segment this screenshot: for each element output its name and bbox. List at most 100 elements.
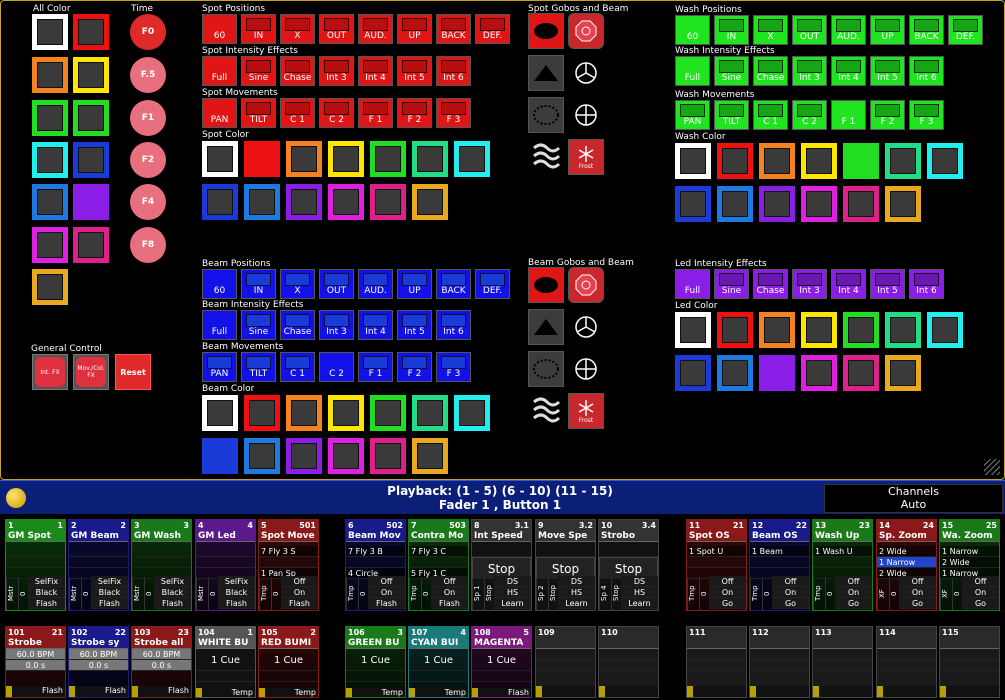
beam-intensity-3-button[interactable]: Int 3	[319, 310, 354, 340]
executor-row[interactable]: HS	[621, 587, 658, 598]
wash-position-5-button[interactable]: UP	[870, 15, 905, 45]
beam-prism-button[interactable]	[528, 309, 564, 345]
beam-gobo-pattern-button[interactable]	[528, 393, 564, 429]
wash-color-swatch-0-6[interactable]	[927, 143, 963, 179]
wash-color-swatch-1-5[interactable]	[885, 186, 921, 222]
executor-5[interactable]: 5 501 Spot Move Tmp 0 7 Fly 3 S1 Pan Sp Off On F…	[258, 519, 319, 611]
executor-108[interactable]: 108 5 MAGENTA 1 Cue Flash	[471, 626, 532, 698]
wash-intensity-6-button[interactable]: Int 6	[909, 56, 944, 86]
spot-color-swatch-0-0[interactable]	[202, 141, 238, 177]
spot-color-swatch-1-0[interactable]	[202, 184, 238, 220]
beam-color-swatch-0-3[interactable]	[328, 395, 364, 431]
spot-color-swatch-0-5[interactable]	[412, 141, 448, 177]
beam-color-swatch-0-1[interactable]	[244, 395, 280, 431]
color-lightblue-swatch[interactable]	[32, 184, 68, 220]
led-color-swatch-1-0[interactable]	[675, 355, 711, 391]
time-f4-button[interactable]: F4	[130, 184, 166, 220]
wash-position-3-button[interactable]: OUT	[792, 15, 827, 45]
spot-intensity-5-button[interactable]: Int 5	[397, 56, 432, 86]
spot-position-0-button[interactable]: 60	[202, 14, 237, 44]
executor-112[interactable]: 112	[749, 626, 810, 698]
beam-movement-1-button[interactable]: TILT	[241, 352, 276, 382]
executor-row[interactable]: DS	[621, 576, 658, 587]
spot-intensity-1-button[interactable]: Sine	[241, 56, 276, 86]
spot-color-swatch-0-1[interactable]	[244, 141, 280, 177]
executor-row[interactable]: Flash	[431, 598, 468, 609]
led-color-swatch-0-5[interactable]	[885, 312, 921, 348]
color-magenta-swatch[interactable]	[32, 227, 68, 263]
led-intensity-2-button[interactable]: Chase	[753, 269, 788, 299]
color-yellow-swatch[interactable]	[73, 57, 109, 93]
wash-color-swatch-0-3[interactable]	[801, 143, 837, 179]
wash-movement-6-button[interactable]: F 3	[909, 100, 944, 130]
spot-color-swatch-0-4[interactable]	[370, 141, 406, 177]
beam-open-gobo-button[interactable]	[528, 267, 564, 303]
spot-color-swatch-1-3[interactable]	[328, 184, 364, 220]
executor-111[interactable]: 111	[686, 626, 747, 698]
executor-footer[interactable]: Temp	[259, 688, 318, 697]
beam-color-swatch-0-6[interactable]	[454, 395, 490, 431]
executor-row[interactable]: Off	[709, 576, 746, 587]
spot-prism-rotate-button[interactable]	[568, 55, 604, 91]
color-blue-swatch[interactable]	[73, 142, 109, 178]
executor-105[interactable]: 105 2 RED BUMI 1 Cue Temp	[258, 626, 319, 698]
led-intensity-4-button[interactable]: Int 4	[831, 269, 866, 299]
time-f8-button[interactable]: F8	[130, 227, 166, 263]
color-white-swatch[interactable]	[32, 14, 68, 50]
spot-position-3-button[interactable]: OUT	[319, 14, 354, 44]
beam-movement-3-button[interactable]: C 2	[319, 352, 354, 382]
executor-row[interactable]: Go	[835, 598, 872, 609]
spot-gobo-pattern-button[interactable]	[528, 139, 564, 175]
wash-position-4-button[interactable]: AUD.	[831, 15, 866, 45]
executor-row[interactable]: Black	[28, 587, 65, 598]
spot-intensity-0-button[interactable]: Full	[202, 56, 237, 86]
executor-footer[interactable]: Temp	[409, 688, 468, 697]
executor-1[interactable]: 1 1 GM Spot Mstr 0 SelFix Black Flash	[5, 519, 66, 611]
beam-position-2-button[interactable]: X	[280, 269, 315, 299]
beam-color-swatch-0-2[interactable]	[286, 395, 322, 431]
executor-row[interactable]: Go	[962, 598, 999, 609]
spot-color-swatch-1-5[interactable]	[412, 184, 448, 220]
executor-row[interactable]: Flash	[368, 598, 405, 609]
executor-row[interactable]: SelFix	[28, 576, 65, 587]
executor-footer[interactable]: Temp	[346, 688, 405, 697]
executor-footer[interactable]: Flash	[132, 686, 191, 697]
executor-row[interactable]: HS	[494, 587, 531, 598]
wash-intensity-1-button[interactable]: Sine	[714, 56, 749, 86]
executor-row[interactable]: Flash	[281, 598, 318, 609]
beam-color-swatch-1-5[interactable]	[412, 438, 448, 474]
executor-row[interactable]: Off	[772, 576, 809, 587]
spot-color-swatch-0-6[interactable]	[454, 141, 490, 177]
wash-color-swatch-0-2[interactable]	[759, 143, 795, 179]
wash-color-swatch-0-0[interactable]	[675, 143, 711, 179]
wash-color-swatch-1-3[interactable]	[801, 186, 837, 222]
spot-intensity-2-button[interactable]: Chase	[280, 56, 315, 86]
beam-color-swatch-1-2[interactable]	[286, 438, 322, 474]
beam-intensity-4-button[interactable]: Int 4	[358, 310, 393, 340]
executor-row[interactable]: Go	[709, 598, 746, 609]
executor-footer[interactable]	[940, 686, 999, 697]
executor-footer[interactable]	[599, 686, 658, 697]
led-color-swatch-1-3[interactable]	[801, 355, 837, 391]
beam-color-swatch-0-4[interactable]	[370, 395, 406, 431]
spot-frost-button[interactable]: Frost	[568, 139, 604, 175]
led-intensity-5-button[interactable]: Int 5	[870, 269, 905, 299]
led-color-swatch-0-2[interactable]	[759, 312, 795, 348]
executor-115[interactable]: 115	[939, 626, 1000, 698]
spot-open-gobo-button[interactable]	[528, 13, 564, 49]
beam-movement-0-button[interactable]: PAN	[202, 352, 237, 382]
beam-gobo-dots-button[interactable]	[528, 351, 564, 387]
executor-row[interactable]: On	[368, 587, 405, 598]
executor-row[interactable]: On	[772, 587, 809, 598]
spot-position-1-button[interactable]: IN	[241, 14, 276, 44]
beam-color-swatch-1-3[interactable]	[328, 438, 364, 474]
led-intensity-1-button[interactable]: Sine	[714, 269, 749, 299]
executor-row[interactable]: Off	[431, 576, 468, 587]
led-color-swatch-1-1[interactable]	[717, 355, 753, 391]
time-f2-button[interactable]: F2	[130, 142, 166, 178]
executor-row[interactable]: Go	[899, 598, 936, 609]
spot-position-6-button[interactable]: BACK	[436, 14, 471, 44]
led-color-swatch-0-3[interactable]	[801, 312, 837, 348]
executor-row[interactable]: DS	[558, 576, 595, 587]
executor-row[interactable]: On	[281, 587, 318, 598]
